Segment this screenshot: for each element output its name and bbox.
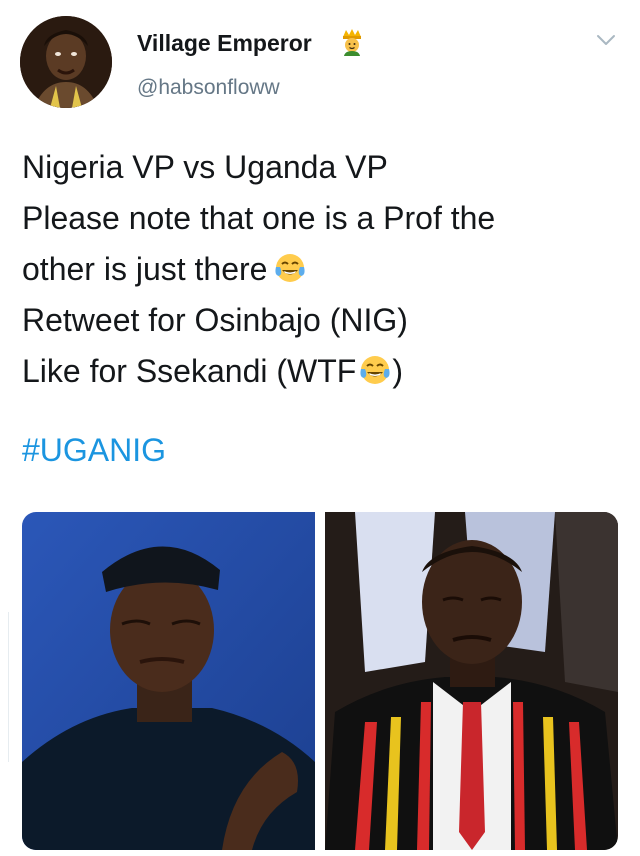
prince-emoji-icon xyxy=(340,28,364,56)
tweet-text-line: Like for Ssekandi (WTF ) xyxy=(22,353,403,389)
tweet-text-line: other is just there xyxy=(22,244,622,295)
media-photo-left[interactable] xyxy=(22,512,315,850)
tweet-header: Village Emperor @habsonfloww xyxy=(0,0,640,120)
author-handle[interactable]: @habsonfloww xyxy=(137,76,280,100)
page-edge xyxy=(0,612,9,762)
tweet-text-line: Retweet for Osinbajo (NIG) xyxy=(22,302,408,338)
tears-of-joy-emoji-icon xyxy=(360,356,390,384)
media-grid xyxy=(22,512,618,850)
tweet-text-line: Please note that one is a Prof the xyxy=(22,200,496,236)
tears-of-joy-emoji-icon xyxy=(275,254,306,282)
author-avatar[interactable] xyxy=(20,16,112,108)
chevron-down-icon[interactable] xyxy=(594,30,618,50)
tweet-text: Nigeria VP vs Uganda VP Please note that… xyxy=(22,142,622,397)
hashtag-link[interactable]: #UGANIG xyxy=(22,432,166,469)
author-display-name[interactable]: Village Emperor xyxy=(137,30,312,57)
media-photo-right[interactable] xyxy=(325,512,618,850)
tweet-text-line: Nigeria VP vs Uganda VP xyxy=(22,149,388,185)
